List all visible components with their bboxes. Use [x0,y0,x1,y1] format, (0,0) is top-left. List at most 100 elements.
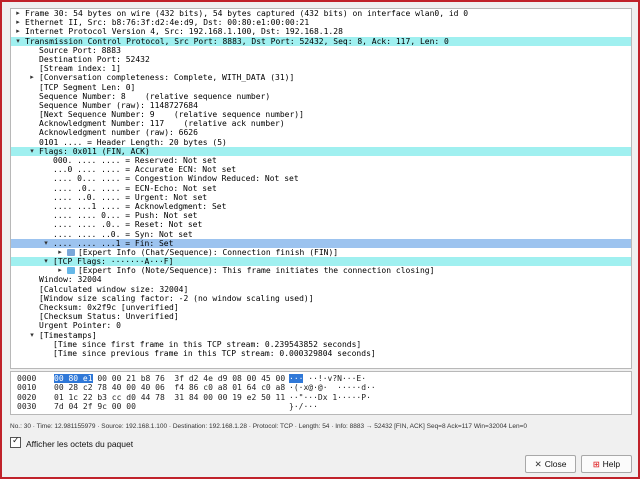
expand-down-icon[interactable]: ▾ [42,257,50,266]
tree-flag-bit[interactable]: .... .0.. .... = ECN-Echo: Not set [11,184,631,193]
tree-field[interactable]: Window: 32004 [11,275,631,284]
tree-row-text: [TCP Segment Len: 0] [39,83,135,92]
tree-field[interactable]: Sequence Number (raw): 1148727684 [11,101,631,110]
tree-field[interactable]: Urgent Pointer: 0 [11,321,631,330]
tree-field[interactable]: [TCP Segment Len: 0] [11,83,631,92]
tree-flag-bit[interactable]: .... 0... .... = Congestion Window Reduc… [11,174,631,183]
expand-down-icon[interactable]: ▾ [28,147,36,156]
hex-bytes-text: 00 28 c2 78 40 00 40 06 f4 86 c0 a8 01 6… [54,383,286,393]
tree-field[interactable]: Destination Port: 52432 [11,55,631,64]
tree-flag-bit[interactable]: 000. .... .... = Reserved: Not set [11,156,631,165]
tree-row-label: .... .... ..0. = Syn: Not set [53,229,193,239]
tree-ipv4[interactable]: ▸ Internet Protocol Version 4, Src: 192.1… [11,27,631,36]
tree-field[interactable]: 0101 .... = Header Length: 20 bytes (5) [11,138,631,147]
tree-field[interactable]: Acknowledgment Number: 117 (relative ack… [11,119,631,128]
hex-bytes[interactable]: 7d 04 2f 9c 00 00 [54,402,136,411]
tree-field[interactable]: ▸ [Conversation completeness: Complete, W… [11,73,631,82]
tree-row-text: 0101 .... = Header Length: 20 bytes (5) [39,138,227,147]
tree-field[interactable]: [Calculated window size: 32004] [11,285,631,294]
tree-flag-bit[interactable]: .... .... ..0. = Syn: Not set [11,230,631,239]
tree-field[interactable]: Sequence Number: 8 (relative sequence nu… [11,92,631,101]
tree-flag-bit[interactable]: .... .... 0... = Push: Not set [11,211,631,220]
ascii-bytes[interactable]: }·/··· [289,402,318,411]
tree-row-text: Ethernet II, Src: b8:76:3f:d2:4e:d9, Dst… [25,18,309,27]
tree-flag-bit[interactable]: .... ..0. .... = Urgent: Not set [11,193,631,202]
selected-hex-bytes: 00 80 e1 [54,374,93,383]
close-button[interactable]: ✕ Close [525,455,576,473]
tree-row-text: .... .... 0... = Push: Not set [53,211,198,220]
selected-ascii-bytes: ··· [289,374,304,383]
expand-right-icon[interactable]: ▸ [28,73,36,82]
ascii-bytes[interactable]: ··"···Dx 1·····P· [289,393,371,402]
expand-right-icon[interactable]: ▸ [14,27,22,36]
checkbox-icon[interactable] [10,435,21,448]
tree-field[interactable]: Checksum: 0x2f9c [unverified] [11,303,631,312]
tree-expert-info[interactable]: ▸ [Expert Info (Note/Sequence): This fram… [11,266,631,275]
tree-row-text: [Checksum Status: Unverified] [39,312,179,321]
tree-row-label: Urgent Pointer: 0 [39,321,121,331]
tree-row-text: .... .... ...1 = Fin: Set [53,239,173,248]
tree-row-label: .... .0.. .... = ECN-Echo: Not set [53,183,217,193]
tree-field[interactable]: [Time since previous frame in this TCP s… [11,349,631,358]
help-button[interactable]: ⊞ Help [581,455,632,473]
tree-row-label: .... ..0. .... = Urgent: Not set [53,192,208,202]
expand-right-icon[interactable]: ▸ [14,18,22,27]
tree-flag-bit[interactable]: ...0 .... .... = Accurate ECN: Not set [11,165,631,174]
tree-row-label: .... .... 0... = Push: Not set [53,211,198,221]
tree-field[interactable]: [Time since first frame in this TCP stre… [11,340,631,349]
expand-right-icon[interactable]: ▸ [56,248,64,257]
expand-down-icon[interactable]: ▾ [28,331,36,340]
hex-bytes[interactable]: 00 80 e1 00 00 21 b8 76 3f d2 4e d9 08 0… [54,374,285,383]
tree-row-label: [Expert Info (Chat/Sequence): Connection… [78,247,339,257]
tree-flags[interactable]: ▾ Flags: 0x011 (FIN, ACK) [11,146,631,156]
show-bytes-checkbox[interactable]: Afficher les octets du paquet [10,435,133,449]
tree-timestamps[interactable]: ▾ [Timestamps] [11,331,631,340]
tree-flag-bit[interactable]: .... ...1 .... = Acknowledgment: Set [11,202,631,211]
tree-row-label: [Timestamps] [39,330,97,340]
expand-right-icon[interactable]: ▸ [14,9,22,18]
tree-fin-flag[interactable]: ▾.... .... ...1 = Fin: Set [11,238,631,248]
hex-offset: 0030 [17,401,37,411]
ascii-bytes[interactable]: ··· ··!·v?N···E· [289,374,366,383]
tree-row-label: Internet Protocol Version 4, Src: 192.16… [25,27,343,37]
tree-row-text: .... 0... .... = Congestion Window Reduc… [53,174,299,183]
tree-row-label: [TCP Segment Len: 0] [39,82,136,92]
tree-field[interactable]: Acknowledgment number (raw): 6626 [11,128,631,137]
tree-row-text: Urgent Pointer: 0 [39,321,121,330]
packet-summary-status: No.: 30 · Time: 12.981155979 · Source: 1… [10,423,527,430]
tree-flag-bit[interactable]: .... .... .0.. = Reset: Not set [11,220,631,229]
tree-row-label: Destination Port: 52432 [39,54,150,64]
hex-bytes[interactable]: 01 1c 22 b3 cc d0 44 78 31 84 00 00 19 e… [54,393,285,402]
tree-row-label: Checksum: 0x2f9c [unverified] [39,303,179,312]
tree-tcp[interactable]: ▾ Transmission Control Protocol, Src Port… [11,36,631,46]
tree-frame[interactable]: ▸ Frame 30: 54 bytes on wire (432 bits), … [11,9,631,18]
tree-tcp-flags[interactable]: ▾ [TCP Flags: ·······A···F] [11,257,631,267]
tree-expert-info[interactable]: ▸ [Expert Info (Chat/Sequence): Connectio… [11,248,631,257]
tree-row-text: Window: 32004 [39,275,102,284]
tree-row-text: [Time since first frame in this TCP stre… [53,340,361,349]
tree-row-text: [Window size scaling factor: -2 (no wind… [39,294,314,303]
tree-row-label: [Checksum Status: Unverified] [39,312,179,322]
expand-down-icon[interactable]: ▾ [42,239,50,248]
packet-bytes-pane[interactable]: 0000 00 80 e1 00 00 21 b8 76 3f d2 4e d9 … [10,371,632,415]
tree-field[interactable]: [Window size scaling factor: -2 (no wind… [11,294,631,303]
tree-row-text: [TCP Flags: ·······A···F] [53,257,173,266]
tree-field[interactable]: [Stream index: 1] [11,64,631,73]
tree-row-text: Destination Port: 52432 [39,55,150,64]
tree-field[interactable]: [Next Sequence Number: 9 (relative seque… [11,110,631,119]
ascii-bytes[interactable]: ·(·x@·@· ·····d·· [289,383,376,392]
tree-field[interactable]: [Checksum Status: Unverified] [11,312,631,321]
hex-offset: 0000 [17,374,37,383]
expand-down-icon[interactable]: ▾ [14,37,22,46]
hex-bytes[interactable]: 00 28 c2 78 40 00 40 06 f4 86 c0 a8 01 6… [54,383,285,392]
tree-row-label: Flags: 0x011 (FIN, ACK) [39,146,150,156]
hex-bytes-text: 7d 04 2f 9c 00 00 [54,401,136,411]
tree-ethernet[interactable]: ▸ Ethernet II, Src: b8:76:3f:d2:4e:d9, Ds… [11,18,631,27]
expand-right-icon[interactable]: ▸ [56,266,64,275]
tree-row-text: Acknowledgment number (raw): 6626 [39,128,198,137]
packet-details-tree[interactable]: ▸ Frame 30: 54 bytes on wire (432 bits), … [10,8,632,369]
tree-field[interactable]: Source Port: 8883 [11,46,631,55]
tree-row-text: [Conversation completeness: Complete, WI… [39,73,294,82]
tree-row-text: [Expert Info (Note/Sequence): This frame… [67,266,434,275]
tree-row-label: Acknowledgment number (raw): 6626 [39,128,198,138]
